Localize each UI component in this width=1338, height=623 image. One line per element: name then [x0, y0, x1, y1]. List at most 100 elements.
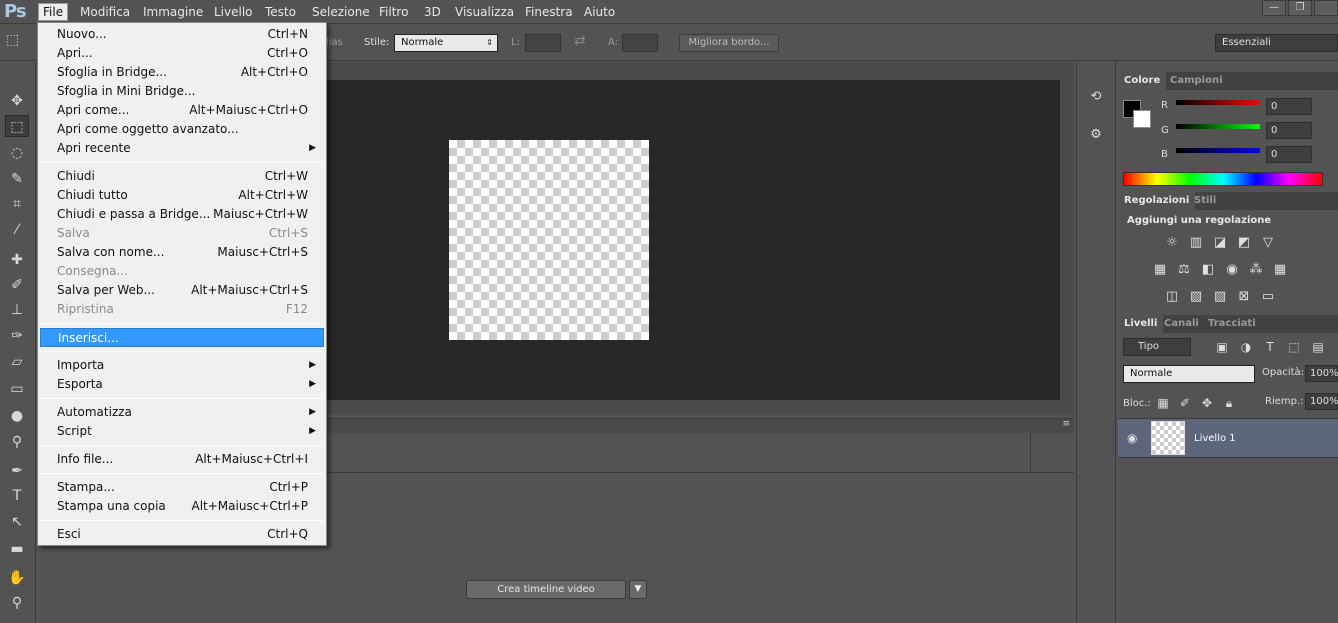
opacity-input[interactable]: 100%	[1305, 365, 1338, 382]
gradient-map-icon[interactable]: ▭	[1259, 288, 1277, 306]
menu-item-apri[interactable]: Apri... Ctrl+O	[40, 44, 324, 63]
menu-item-esci[interactable]: Esci Ctrl+Q	[40, 525, 324, 544]
type-tool-icon[interactable]: T	[5, 485, 29, 507]
menu-item-apri-come[interactable]: Apri come... Alt+Maiusc+Ctrl+O	[40, 101, 324, 120]
eyedropper-icon[interactable]: ⁄	[5, 219, 29, 241]
channel-mixer-icon[interactable]: ⁂	[1247, 261, 1265, 279]
history-panel-icon[interactable]: ⟲	[1085, 86, 1107, 108]
menu-item-consegna[interactable]: Consegna...	[40, 262, 324, 281]
menu-item-sfoglia-in-bridge[interactable]: Sfoglia in Bridge... Alt+Ctrl+O	[40, 63, 324, 82]
menu-visualizza[interactable]: Visualizza	[451, 4, 518, 20]
workspace-select[interactable]: Essenziali	[1215, 34, 1338, 52]
pen-tool-icon[interactable]: ✒	[5, 460, 29, 482]
create-video-timeline-button[interactable]: Crea timeline video	[466, 580, 626, 599]
crop-tool-icon[interactable]: ⌗	[5, 193, 29, 215]
curves-icon[interactable]: ◪	[1211, 234, 1229, 252]
swap-icon[interactable]: ⇄	[574, 33, 586, 49]
photo-filter-icon[interactable]: ◉	[1223, 261, 1241, 279]
threshold-icon[interactable]: ▧	[1211, 288, 1229, 306]
menu-file[interactable]: File	[38, 3, 69, 21]
menu-item-stampa[interactable]: Stampa... Ctrl+P	[40, 478, 324, 497]
tab-campioni[interactable]: Campioni	[1164, 72, 1229, 90]
menu-testo[interactable]: Testo	[261, 4, 300, 20]
menu-item-apri-come-oggetto-avanzato[interactable]: Apri come oggetto avanzato...	[40, 120, 324, 139]
move-tool-icon[interactable]: ✥	[5, 90, 29, 112]
menu-item-script[interactable]: Script ▶	[40, 422, 324, 441]
menu-item-chiudi-e-passa-a-bridge[interactable]: Chiudi e passa a Bridge... Maiusc+Ctrl+W	[40, 205, 324, 224]
menu-item-esporta[interactable]: Esporta ▶	[40, 375, 324, 394]
menu-filtro[interactable]: Filtro	[375, 4, 412, 20]
menu-item-ripristina[interactable]: Ripristina F12	[40, 300, 324, 319]
red-value-input[interactable]: 0	[1266, 98, 1312, 115]
menu-immagine[interactable]: Immagine	[139, 4, 207, 20]
menu-item-importa[interactable]: Importa ▶	[40, 356, 324, 375]
filter-shape-icon[interactable]: ⬚	[1286, 339, 1302, 355]
blur-tool-icon[interactable]: ●	[5, 405, 29, 427]
hue-saturation-icon[interactable]: ▦	[1151, 261, 1169, 279]
menu-modifica[interactable]: Modifica	[76, 4, 134, 20]
vertical-scrollbar[interactable]	[1060, 80, 1074, 400]
menu-item-info-file[interactable]: Info file... Alt+Maiusc+Ctrl+I	[40, 450, 324, 469]
menu-aiuto[interactable]: Aiuto	[580, 4, 619, 20]
style-select[interactable]: Normale ⇕	[394, 34, 498, 52]
menu-item-sfoglia-in-mini-bridge[interactable]: Sfoglia in Mini Bridge...	[40, 82, 324, 101]
green-value-input[interactable]: 0	[1266, 122, 1312, 139]
menu-item-salva[interactable]: Salva Ctrl+S	[40, 224, 324, 243]
exposure-icon[interactable]: ◩	[1235, 234, 1253, 252]
menu-item-salva-per-web[interactable]: Salva per Web... Alt+Maiusc+Ctrl+S	[40, 281, 324, 300]
path-selection-icon[interactable]: ↖	[5, 511, 29, 533]
gradient-icon[interactable]: ▭	[5, 378, 29, 400]
timeline-mode-dropdown[interactable]: ▼	[629, 580, 647, 599]
marquee-tool-icon[interactable]: ⬚	[5, 115, 29, 137]
layer-name[interactable]: Livello 1	[1194, 433, 1236, 444]
healing-brush-icon[interactable]: ✚	[5, 249, 29, 271]
tab-stili[interactable]: Stili	[1188, 192, 1222, 210]
close-button[interactable]	[1314, 0, 1338, 16]
blue-slider[interactable]	[1176, 148, 1260, 153]
levels-icon[interactable]: ▥	[1187, 234, 1205, 252]
lock-transparency-icon[interactable]: ▦	[1155, 395, 1171, 411]
menu-selezione[interactable]: Selezione	[308, 4, 374, 20]
posterize-icon[interactable]: ▨	[1187, 288, 1205, 306]
eye-visibility-icon[interactable]: ◉	[1127, 431, 1137, 445]
vibrance-icon[interactable]: ▽	[1259, 234, 1277, 252]
tab-colore[interactable]: Colore	[1118, 72, 1167, 90]
brightness-icon[interactable]: ☼	[1163, 234, 1181, 252]
menu-item-chiudi[interactable]: Chiudi Ctrl+W	[40, 167, 324, 186]
filter-pixel-icon[interactable]: ▣	[1214, 339, 1230, 355]
height-input[interactable]	[622, 34, 658, 52]
menu-item-inserisci[interactable]: Inserisci...	[40, 328, 324, 347]
tab-regolazioni[interactable]: Regolazioni	[1118, 192, 1196, 210]
properties-panel-icon[interactable]: ⚙	[1085, 124, 1107, 146]
lock-all-icon[interactable]: 🔒︎	[1221, 395, 1237, 411]
dodge-tool-icon[interactable]: ⚲	[5, 431, 29, 453]
color-balance-icon[interactable]: ⚖	[1175, 261, 1193, 279]
width-input[interactable]	[525, 34, 561, 52]
filter-smart-icon[interactable]: ▤	[1310, 339, 1326, 355]
layer-thumbnail[interactable]	[1151, 421, 1185, 455]
filter-type-icon[interactable]: T	[1262, 339, 1278, 355]
menu-3d[interactable]: 3D	[420, 4, 445, 20]
panel-menu-icon[interactable]: ≡	[1062, 419, 1070, 429]
zoom-tool-icon[interactable]: ⚲	[5, 592, 29, 614]
green-slider[interactable]	[1176, 124, 1260, 129]
eraser-icon[interactable]: ▱	[5, 351, 29, 373]
color-lookup-icon[interactable]: ▦	[1271, 261, 1289, 279]
brush-tool-icon[interactable]: ✐	[5, 274, 29, 296]
menu-item-salva-con-nome[interactable]: Salva con nome... Maiusc+Ctrl+S	[40, 243, 324, 262]
selective-color-icon[interactable]: ⊠	[1235, 288, 1253, 306]
filter-adjustment-icon[interactable]: ◑	[1238, 339, 1254, 355]
background-color-swatch[interactable]	[1133, 110, 1151, 128]
menu-livello[interactable]: Livello	[210, 4, 257, 20]
transparent-canvas[interactable]	[449, 140, 649, 340]
menu-item-stampa-una-copia[interactable]: Stampa una copia Alt+Maiusc+Ctrl+P	[40, 497, 324, 516]
tab-livelli[interactable]: Livelli	[1118, 315, 1164, 333]
menu-item-chiudi-tutto[interactable]: Chiudi tutto Alt+Ctrl+W	[40, 186, 324, 205]
lock-pixels-icon[interactable]: ✐	[1177, 395, 1193, 411]
red-slider[interactable]	[1176, 100, 1260, 105]
lasso-tool-icon[interactable]: ◌	[5, 142, 29, 164]
menu-finestra[interactable]: Finestra	[521, 4, 577, 20]
fill-input[interactable]: 100%	[1305, 393, 1338, 410]
refine-edge-button[interactable]: Migliora bordo...	[679, 34, 779, 52]
menu-item-nuovo[interactable]: Nuovo... Ctrl+N	[40, 25, 324, 44]
